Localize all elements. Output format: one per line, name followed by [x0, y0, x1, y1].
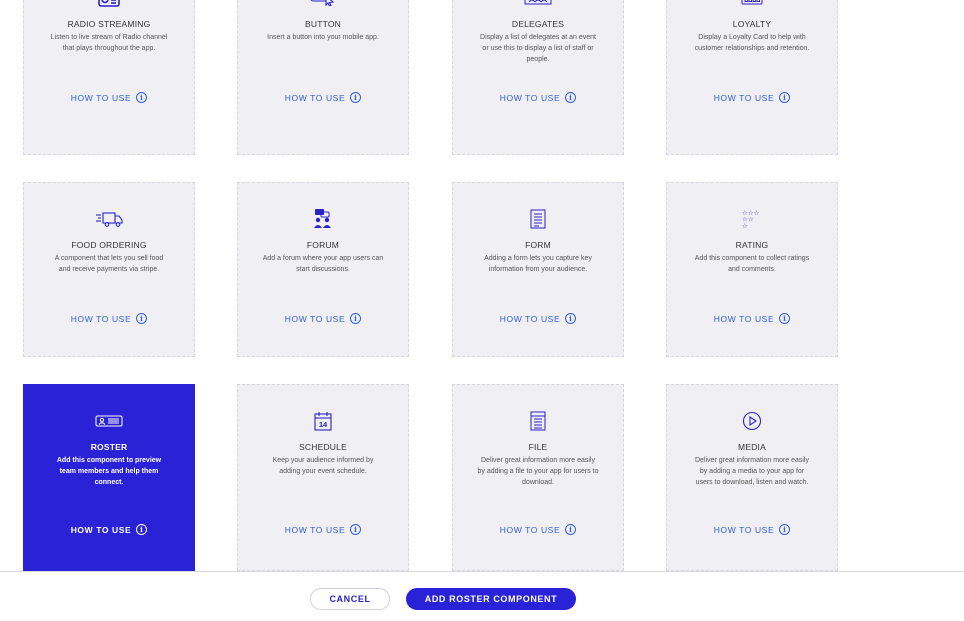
- component-card-rating[interactable]: ☆☆☆ ☆☆ ☆ RATING Add this component to collec…: [666, 182, 838, 357]
- card-description: A component that lets you sell food and …: [54, 255, 164, 273]
- card-description: Add this component to preview team membe…: [56, 457, 162, 486]
- delegates-icon: [453, 0, 623, 9]
- forum-icon: [238, 208, 408, 230]
- card-title: SCHEDULE: [299, 442, 347, 452]
- how-to-use-label: HOW TO USE: [70, 313, 132, 324]
- card-description: Listen to live stream of Radio channel t…: [50, 34, 168, 52]
- component-card-media[interactable]: MEDIA Deliver great information more easi…: [666, 384, 838, 571]
- card-title: BUTTON: [305, 19, 341, 29]
- component-card-forum[interactable]: FORUM Add a forum where your app users ca…: [237, 182, 409, 357]
- how-to-use-link[interactable]: HOW TO USE i: [453, 92, 623, 103]
- component-card-schedule[interactable]: 14 SCHEDULE Keep your audience informed by…: [237, 384, 409, 571]
- card-description: Keep your audience informed by adding yo…: [272, 457, 374, 475]
- svg-text:14: 14: [319, 420, 328, 429]
- card-title: FORM: [525, 240, 551, 250]
- how-to-use-link[interactable]: HOW TO USE i: [667, 92, 837, 103]
- card-description: Deliver great information more easily by…: [477, 457, 599, 486]
- info-icon[interactable]: i: [136, 92, 148, 103]
- component-card-form[interactable]: FORM Adding a form lets you capture key i…: [452, 182, 624, 357]
- how-to-use-label: HOW TO USE: [284, 313, 346, 324]
- component-card-radio-streaming[interactable]: RADIO STREAMING Listen to live stream of …: [23, 0, 195, 155]
- how-to-use-label: HOW TO USE: [284, 92, 346, 103]
- how-to-use-label: HOW TO USE: [70, 92, 132, 103]
- card-description: Add this component to collect ratings an…: [694, 255, 810, 273]
- info-icon[interactable]: i: [565, 92, 577, 103]
- form-icon: [453, 208, 623, 230]
- how-to-use-label: HOW TO USE: [499, 92, 561, 103]
- how-to-use-label: HOW TO USE: [499, 313, 561, 324]
- svg-text:☆: ☆: [742, 223, 748, 229]
- how-to-use-link[interactable]: HOW TO USE i: [238, 313, 408, 324]
- loyalty-card-icon: [667, 0, 837, 9]
- info-icon[interactable]: i: [565, 524, 577, 535]
- how-to-use-link[interactable]: HOW TO USE i: [453, 313, 623, 324]
- component-card-loyalty[interactable]: LOYALTY Display a Loyalty Card to help wi…: [666, 0, 838, 155]
- card-title: DELEGATES: [511, 19, 565, 29]
- component-grid: RADIO STREAMING Listen to live stream of …: [0, 0, 964, 620]
- component-card-food-ordering[interactable]: FOOD ORDERING A component that lets you s…: [23, 182, 195, 357]
- component-card-file[interactable]: FILE Deliver great information more easil…: [452, 384, 624, 571]
- info-icon[interactable]: i: [136, 313, 148, 324]
- how-to-use-link[interactable]: HOW TO USE i: [24, 92, 194, 103]
- how-to-use-label: HOW TO USE: [499, 524, 561, 535]
- card-description: Deliver great information more easily by…: [695, 457, 809, 486]
- rating-stars-icon: ☆☆☆ ☆☆ ☆: [667, 208, 837, 230]
- how-to-use-link[interactable]: HOW TO USE i: [667, 524, 837, 535]
- how-to-use-label: HOW TO USE: [713, 524, 775, 535]
- info-icon[interactable]: i: [350, 92, 362, 103]
- info-icon[interactable]: i: [136, 524, 148, 535]
- info-icon[interactable]: i: [779, 92, 791, 103]
- info-icon[interactable]: i: [565, 313, 577, 324]
- how-to-use-label: HOW TO USE: [713, 92, 775, 103]
- card-title: ROSTER: [90, 442, 128, 452]
- info-icon[interactable]: i: [350, 524, 362, 535]
- id-card-icon: [24, 410, 194, 432]
- card-description: Add a forum where your app users can sta…: [262, 255, 384, 273]
- cancel-button[interactable]: CANCEL: [310, 588, 390, 610]
- how-to-use-link[interactable]: HOW TO USE i: [238, 524, 408, 535]
- play-circle-icon: [667, 410, 837, 432]
- card-description: Display a Loyalty Card to help with cust…: [694, 34, 810, 52]
- component-card-delegates[interactable]: DELEGATES Display a list of delegates at …: [452, 0, 624, 155]
- file-icon: [453, 410, 623, 432]
- radio-icon: [24, 0, 194, 9]
- component-card-button[interactable]: BUTTON Insert a button into your mobile a…: [237, 0, 409, 155]
- how-to-use-link[interactable]: HOW TO USE i: [24, 524, 194, 535]
- info-icon[interactable]: i: [350, 313, 362, 324]
- add-roster-component-button[interactable]: ADD ROSTER COMPONENT: [406, 588, 576, 610]
- info-icon[interactable]: i: [779, 313, 791, 324]
- delivery-truck-icon: [24, 208, 194, 230]
- info-icon[interactable]: i: [779, 524, 791, 535]
- card-title: LOYALTY: [732, 19, 772, 29]
- component-card-roster[interactable]: ROSTER Add this component to preview team…: [23, 384, 195, 571]
- how-to-use-label: HOW TO USE: [713, 313, 775, 324]
- card-description: Display a list of delegates at an event …: [480, 34, 596, 63]
- card-title: MEDIA: [738, 442, 766, 452]
- card-description: Adding a form lets you capture key infor…: [484, 255, 592, 273]
- button-cursor-icon: [238, 0, 408, 9]
- how-to-use-link[interactable]: HOW TO USE i: [667, 313, 837, 324]
- how-to-use-link[interactable]: HOW TO USE i: [453, 524, 623, 535]
- card-title: FOOD ORDERING: [71, 240, 147, 250]
- calendar-icon: 14: [238, 410, 408, 432]
- card-title: RATING: [735, 240, 769, 250]
- card-title: FILE: [528, 442, 548, 452]
- card-title: RADIO STREAMING: [67, 19, 151, 29]
- how-to-use-link[interactable]: HOW TO USE i: [238, 92, 408, 103]
- card-title: FORUM: [306, 240, 340, 250]
- how-to-use-link[interactable]: HOW TO USE i: [24, 313, 194, 324]
- how-to-use-label: HOW TO USE: [70, 524, 132, 535]
- how-to-use-label: HOW TO USE: [284, 524, 346, 535]
- modal-footer: CANCEL ADD ROSTER COMPONENT: [0, 571, 964, 621]
- card-description: Insert a button into your mobile app.: [267, 34, 379, 41]
